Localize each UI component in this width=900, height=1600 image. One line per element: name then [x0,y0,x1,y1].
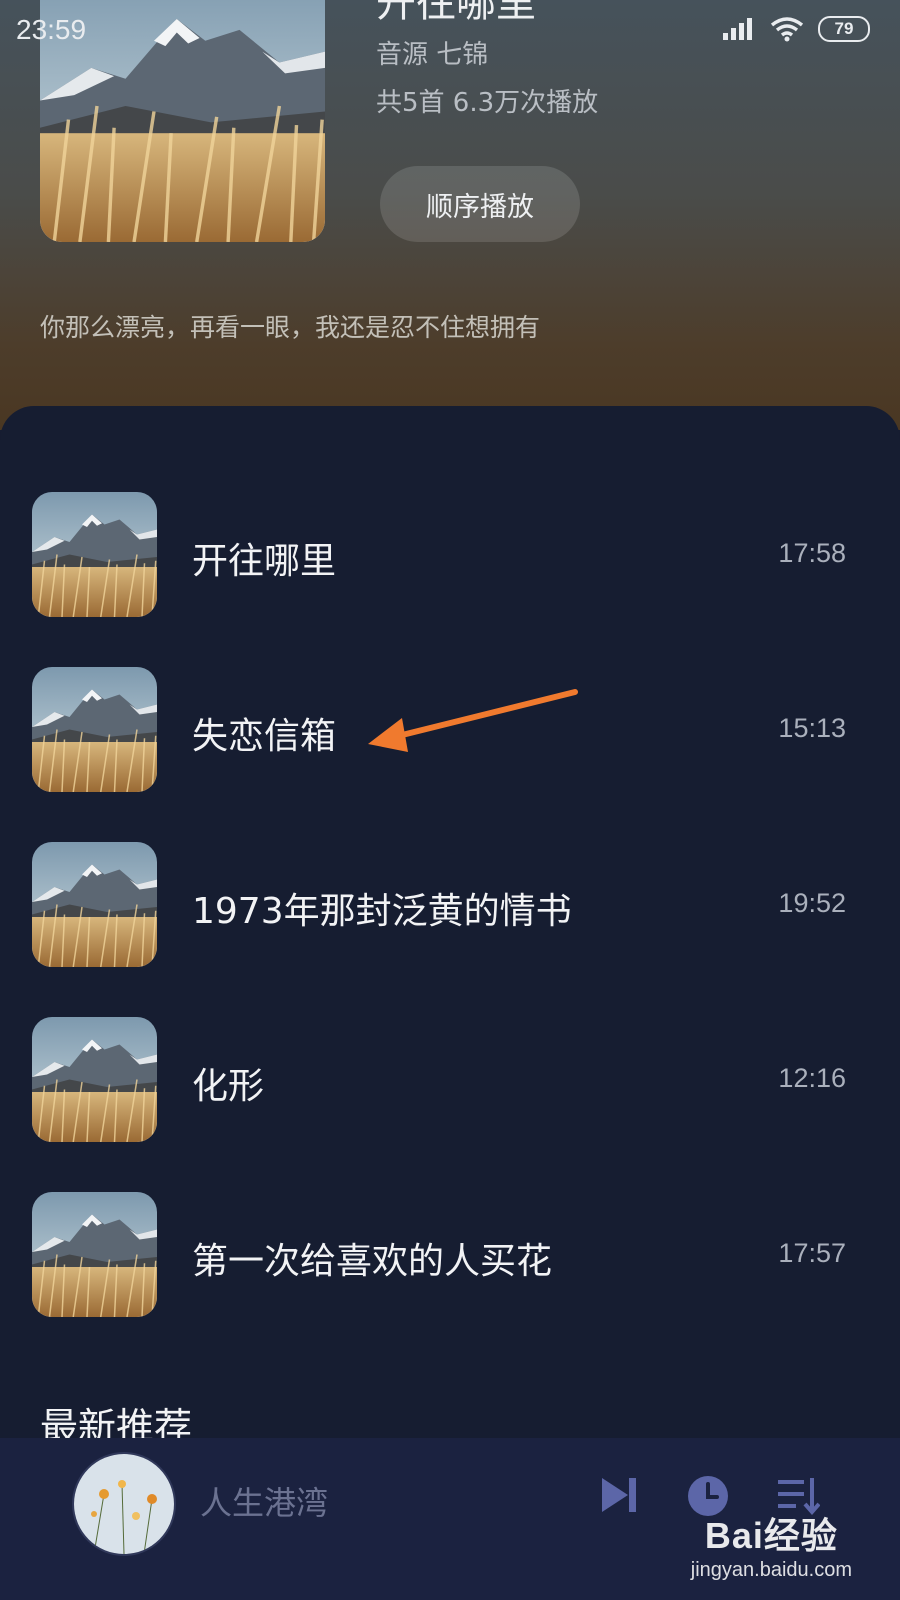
album-description: 你那么漂亮，再看一眼，我还是忍不住想拥有 [40,313,541,342]
song-title: 失恋信箱 [192,716,337,757]
song-title: 开往哪里 [192,541,337,582]
status-time: 23:59 [16,14,87,45]
song-duration: 12:16 [778,1063,846,1093]
song-duration: 17:58 [778,538,846,568]
song-title: 1973年那封泛黄的情书 [192,891,572,932]
player-cover-image[interactable] [72,1452,176,1556]
song-duration: 15:13 [778,713,846,743]
song-cover-image [32,492,157,617]
signal-icon [723,18,752,40]
song-row[interactable]: 开往哪里 17:58 [0,492,900,622]
status-bar: 23:59 79 [0,0,900,60]
status-icons: 79 [722,16,870,42]
sequential-play-button[interactable]: 顺序播放 [380,166,580,242]
battery-indicator: 79 [818,16,870,42]
song-cover-image [32,1192,157,1317]
song-duration: 19:52 [778,888,846,918]
player-song-title[interactable]: 人生港湾 [200,1478,328,1524]
watermark-logo: Bai经验 [704,1515,838,1556]
wifi-icon [770,17,804,42]
song-row[interactable]: 1973年那封泛黄的情书 19:52 [0,842,900,972]
album-header: 开往哪里 音源 七锦 共5首 6.3万次播放 顺序播放 你那么漂亮，再看一眼，我… [0,0,900,430]
album-stats: 共5首 6.3万次播放 [376,88,599,118]
song-row[interactable]: 第一次给喜欢的人买花 17:57 [0,1192,900,1322]
song-cover-image [32,1017,157,1142]
song-cover-image [32,842,157,967]
baidu-jingyan-watermark: Bai经验 jingyan.baidu.com [691,1507,852,1582]
play-next-icon[interactable] [598,1474,640,1516]
song-title: 第一次给喜欢的人买花 [192,1241,553,1282]
annotation-arrow-icon [368,689,578,752]
song-cover-image [32,667,157,792]
song-title: 化形 [192,1066,265,1107]
song-row[interactable]: 化形 12:16 [0,1017,900,1147]
song-duration: 17:57 [778,1238,846,1268]
watermark-url: jingyan.baidu.com [690,1559,852,1581]
